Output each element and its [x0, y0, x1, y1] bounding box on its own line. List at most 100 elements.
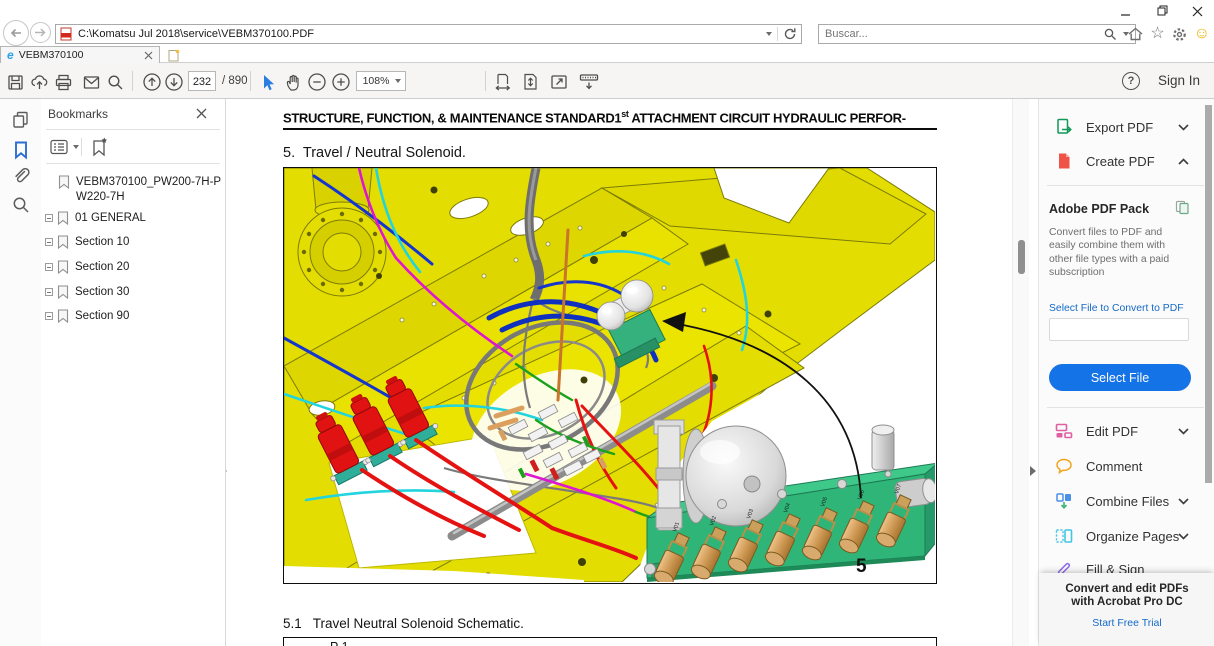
document-scrollbar[interactable] [1012, 99, 1029, 646]
expand-box-icon[interactable] [45, 312, 53, 320]
bookmark-item-section20[interactable]: Section 20 [41, 260, 226, 275]
zoom-level-dropdown[interactable]: 108% [356, 71, 406, 91]
email-button[interactable] [80, 71, 102, 93]
bookmark-item-root[interactable]: VEBM370100_PW200-7H-PW220-7H [41, 175, 226, 205]
section-heading: 5. Travel / Neutral Solenoid. [283, 145, 466, 161]
restore-button[interactable] [1152, 3, 1174, 19]
expand-box-icon[interactable] [45, 263, 53, 271]
panel-scrollbar-thumb[interactable] [1205, 105, 1212, 483]
fit-width-button[interactable] [492, 71, 514, 93]
acrobat-toolbar: / 890 108% [0, 63, 1214, 99]
tool-label: Edit PDF [1086, 424, 1138, 439]
search-panel-button[interactable] [11, 195, 31, 215]
upload-cloud-icon [30, 73, 49, 92]
tools-panel: Export PDF Create PDF Adobe PDF Pack Con… [1038, 99, 1214, 646]
print-button[interactable] [52, 71, 74, 93]
close-button[interactable] [1186, 3, 1208, 19]
forward-button[interactable] [30, 22, 51, 43]
page-number-input[interactable] [189, 73, 215, 91]
find-button[interactable] [104, 71, 126, 93]
pdf-file-icon [60, 27, 72, 41]
expand-box-icon[interactable] [45, 214, 53, 222]
minimize-button[interactable] [1114, 3, 1136, 19]
toolbar-toggle-button[interactable] [578, 71, 600, 93]
search-icon[interactable] [1104, 28, 1117, 41]
tab-vebm370100[interactable]: e VEBM370100 [0, 46, 160, 63]
fit-page-button[interactable] [520, 71, 542, 93]
tool-comment[interactable]: Comment [1039, 453, 1214, 479]
fullscreen-button[interactable] [548, 71, 570, 93]
tool-edit-pdf[interactable]: Edit PDF [1039, 418, 1214, 444]
bookmark-item-general[interactable]: 01 GENERAL [41, 211, 226, 226]
expand-box-icon[interactable] [45, 288, 53, 296]
help-button[interactable]: ? [1122, 72, 1140, 90]
zoom-dropdown-icon [395, 79, 401, 83]
minus-circle-icon [307, 72, 327, 92]
favorites-star-icon[interactable]: ☆ [1150, 26, 1164, 42]
page-number-field[interactable] [188, 71, 216, 91]
bookmark-icon [11, 140, 31, 160]
back-button[interactable] [3, 20, 29, 46]
address-dropdown-icon[interactable] [766, 32, 772, 36]
home-icon[interactable] [1127, 26, 1144, 42]
select-file-link[interactable]: Select File to Convert to PDF [1049, 303, 1184, 314]
tool-combine-files[interactable]: Combine Files [1039, 488, 1214, 514]
bookmark-glyph-icon [58, 175, 70, 189]
document-scrollbar-thumb[interactable] [1018, 240, 1025, 274]
address-bar[interactable] [55, 24, 802, 44]
tab-close-icon[interactable] [144, 51, 153, 60]
bookmark-item-section90[interactable]: Section 90 [41, 309, 226, 324]
tool-create-pdf[interactable]: Create PDF [1039, 148, 1214, 174]
window-titlebar [0, 0, 1214, 22]
page-down-icon [164, 72, 184, 92]
settings-gear-icon[interactable] [1171, 26, 1188, 43]
combine-files-icon [1055, 492, 1073, 510]
divider [132, 71, 133, 91]
bookmark-label: 01 GENERAL [75, 211, 221, 226]
bookmark-glyph-icon [57, 211, 69, 225]
zoom-out-button[interactable] [306, 71, 328, 93]
help-glyph: ? [1128, 75, 1135, 87]
bookmark-options-button[interactable] [50, 139, 79, 155]
locate-bookmark-button[interactable] [89, 137, 111, 157]
hand-tool-button[interactable] [282, 71, 304, 93]
expand-panel-handle[interactable] [1030, 466, 1036, 476]
attachments-panel-button[interactable] [11, 167, 31, 187]
bookmark-item-section10[interactable]: Section 10 [41, 235, 226, 250]
share-button[interactable] [28, 71, 50, 93]
zoom-in-button[interactable] [330, 71, 352, 93]
bookmark-item-section30[interactable]: Section 30 [41, 285, 226, 300]
divider [250, 71, 251, 91]
pdf-pack-description: Convert files to PDF and easily combine … [1049, 226, 1175, 280]
search-input[interactable] [825, 28, 1104, 40]
cursor-arrow-icon [258, 73, 277, 92]
paperclip-icon [11, 167, 31, 187]
select-tool-button[interactable] [256, 71, 278, 93]
address-input[interactable] [78, 28, 766, 40]
previous-page-button[interactable] [141, 71, 163, 93]
search-box[interactable] [818, 24, 1136, 44]
page-thumbnails-button[interactable] [11, 110, 31, 130]
new-tab-button[interactable] [164, 48, 184, 62]
figure-callout-number: 5 [856, 556, 867, 577]
tool-export-pdf[interactable]: Export PDF [1039, 114, 1214, 140]
minimize-icon [1120, 6, 1131, 17]
convert-file-input[interactable] [1049, 318, 1189, 341]
tab-bar: e VEBM370100 [0, 46, 1214, 63]
bookmarks-close-button[interactable] [196, 108, 207, 119]
expand-box-icon[interactable] [45, 238, 53, 246]
refresh-icon[interactable] [783, 27, 797, 41]
start-free-trial-link[interactable]: Start Free Trial [1039, 617, 1214, 629]
save-button[interactable] [4, 71, 26, 93]
fullscreen-icon [549, 72, 569, 92]
tab-title: VEBM370100 [19, 49, 139, 61]
ie-tab-icon: e [7, 49, 14, 61]
feedback-smiley-icon[interactable]: ☺ [1194, 26, 1210, 42]
next-page-button[interactable] [163, 71, 185, 93]
sign-in-button[interactable]: Sign In [1158, 73, 1200, 88]
tool-organize-pages[interactable]: Organize Pages [1039, 523, 1214, 549]
divider [46, 129, 220, 130]
select-file-button[interactable]: Select File [1049, 364, 1191, 391]
bookmarks-panel-button[interactable] [11, 140, 31, 160]
page-up-icon [142, 72, 162, 92]
